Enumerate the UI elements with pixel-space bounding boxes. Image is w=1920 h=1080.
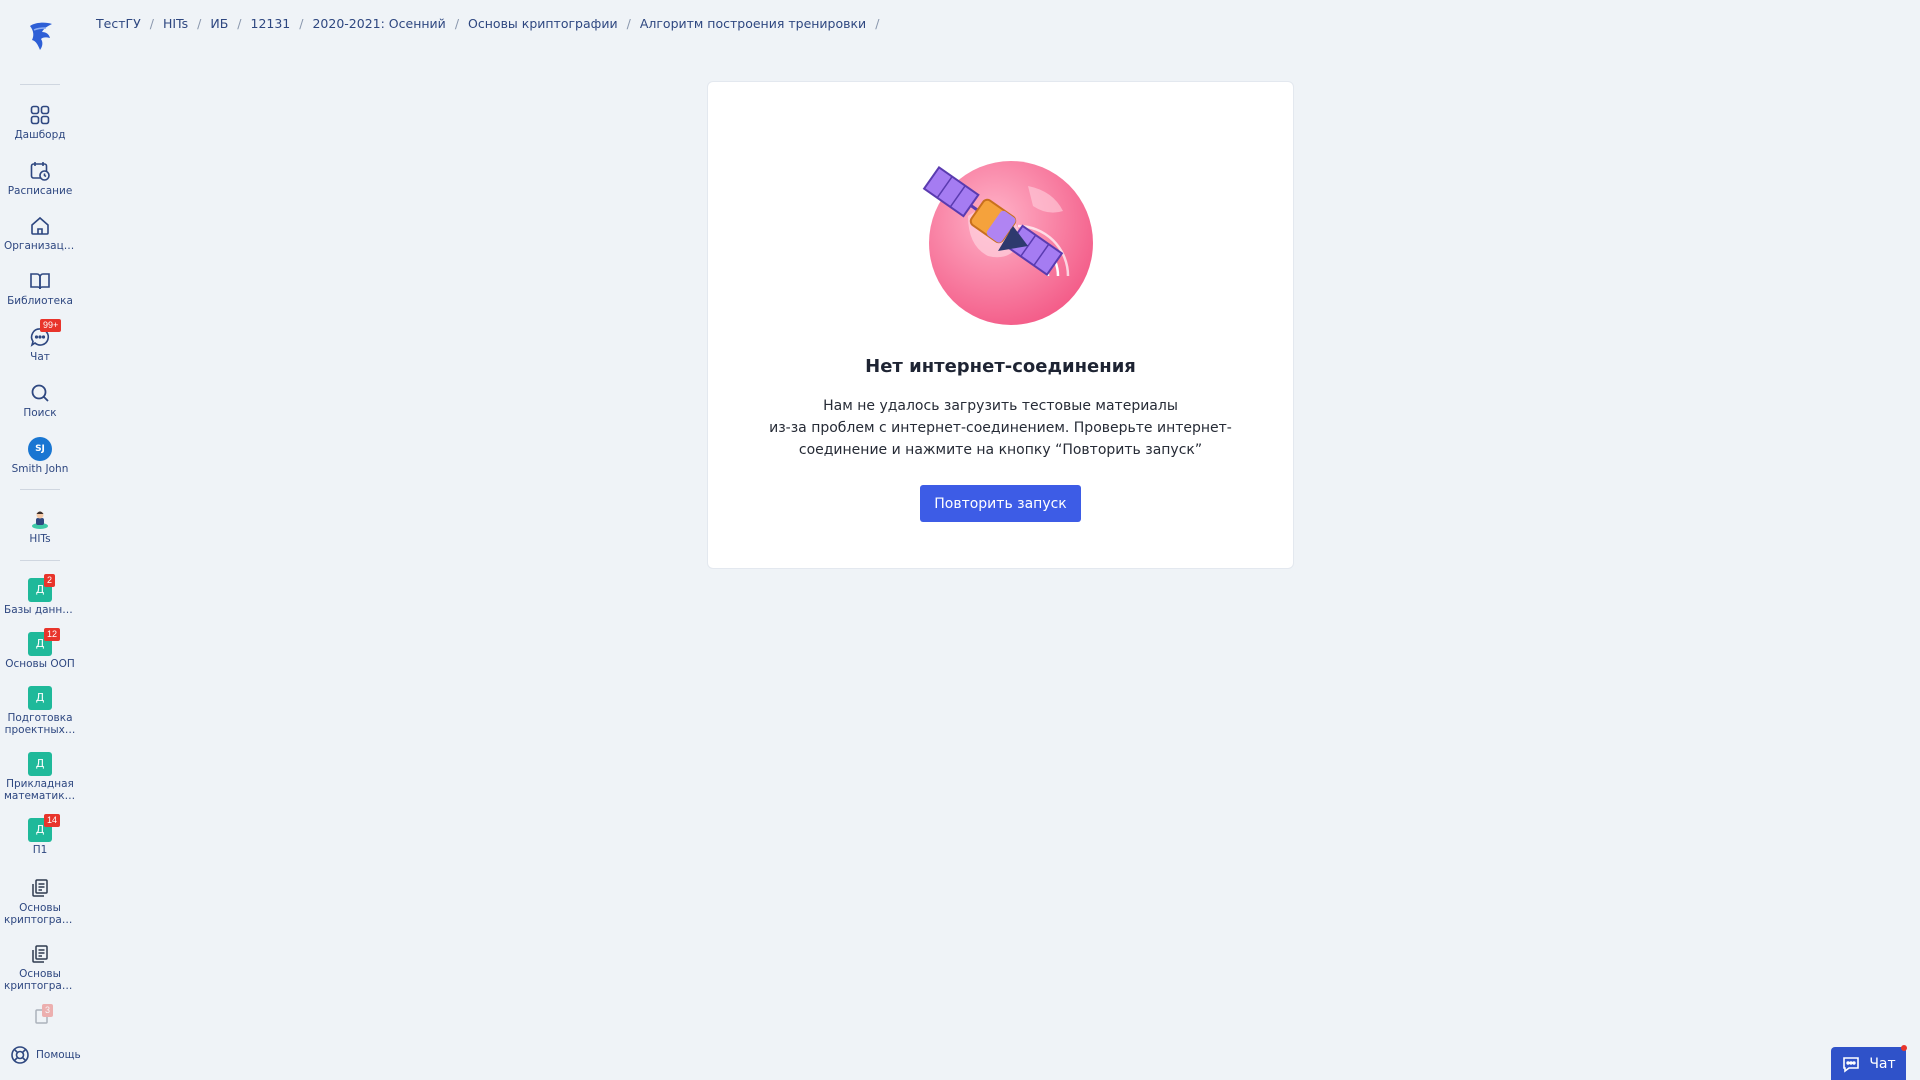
- course-badge: 2: [44, 574, 56, 587]
- sidebar-course[interactable]: Д Подготовка проектных…: [0, 686, 80, 736]
- sidebar-course[interactable]: Д 14 П1: [0, 814, 80, 856]
- help-label: Помощь: [36, 1049, 81, 1061]
- logo-icon[interactable]: [22, 18, 58, 54]
- avatar: SJ: [28, 437, 52, 461]
- sidebar-course[interactable]: Д 12 Основы ООП: [0, 628, 80, 670]
- sidebar-item-label: Основы криптограф…: [4, 968, 80, 992]
- breadcrumb: ТестГУ / HITs / ИБ/ 12131/ 2020-2021: Осен…: [96, 16, 880, 31]
- grid-icon: [30, 105, 50, 125]
- error-card: Нет интернет-соединения Нам не удалось з…: [707, 81, 1294, 569]
- documents-icon: [32, 879, 48, 897]
- sidebar-item-organization[interactable]: Организация: [0, 214, 80, 252]
- sidebar-doc[interactable]: Основы криптограф…: [0, 876, 80, 926]
- error-message: Нам не удалось загрузить тестовые матери…: [769, 398, 1232, 458]
- sidebar-item-label: Smith John: [11, 463, 69, 475]
- breadcrumb-item[interactable]: 12131: [251, 16, 291, 31]
- sidebar-item-label: Чат: [30, 351, 50, 363]
- satellite-illustration: [922, 161, 1093, 325]
- sidebar-item-chat[interactable]: 99+ Чат: [0, 319, 80, 363]
- sidebar-course[interactable]: Д 2 Базы данных: [0, 574, 80, 616]
- course-icon: Д 14: [28, 814, 61, 842]
- sidebar-item-label: Поиск: [23, 407, 57, 419]
- sidebar-item-label: HITs: [29, 533, 51, 545]
- sidebar-divider: [20, 489, 60, 490]
- home-icon: [31, 216, 49, 235]
- error-title: Нет интернет-соединения: [865, 356, 1136, 377]
- sidebar-item-label: Базы данных: [4, 604, 77, 616]
- breadcrumb-item[interactable]: HITs: [163, 16, 188, 31]
- sidebar-item-profile[interactable]: SJ Smith John: [0, 437, 80, 475]
- sidebar-divider: [20, 84, 60, 85]
- calendar-clock-icon: [30, 162, 50, 181]
- sidebar-item-label: Организация: [4, 240, 77, 252]
- sidebar-item-label: Подготовка проектных…: [4, 712, 76, 736]
- sidebar-item-label: Прикладная математика…: [4, 778, 80, 802]
- sidebar-item-faded[interactable]: 3: [0, 1004, 80, 1024]
- breadcrumb-item[interactable]: ИБ: [210, 16, 228, 31]
- course-icon: Д 2: [28, 574, 56, 602]
- sidebar-divider: [20, 560, 60, 561]
- breadcrumb-item[interactable]: ТестГУ: [96, 16, 141, 31]
- sidebar-item-label: П1: [32, 844, 48, 856]
- sidebar-item-label: Дашборд: [14, 129, 66, 141]
- course-badge: 12: [44, 628, 61, 641]
- course-icon: Д: [28, 752, 52, 776]
- sidebar-doc[interactable]: Основы криптограф…: [0, 942, 80, 992]
- breadcrumb-item[interactable]: 2020-2021: Осенний: [312, 16, 445, 31]
- chat-bubble-icon: [1843, 1056, 1860, 1073]
- sidebar-item-dashboard[interactable]: Дашборд: [0, 103, 80, 141]
- documents-icon: [32, 945, 48, 963]
- mascot-icon: [32, 511, 48, 529]
- breadcrumb-item[interactable]: Алгоритм построения тренировки: [640, 16, 866, 31]
- sidebar-course[interactable]: Д Прикладная математика…: [0, 752, 80, 802]
- sidebar-item-label: Основы ООП: [5, 658, 75, 670]
- sidebar-item-label: Основы криптограф…: [4, 902, 80, 926]
- sidebar-item-search[interactable]: Поиск: [0, 381, 80, 419]
- sidebar-item-hits[interactable]: HITs: [0, 507, 80, 545]
- course-icon: Д 12: [28, 628, 61, 656]
- faded-badge: 3: [42, 1004, 54, 1017]
- notification-dot: [1901, 1045, 1907, 1051]
- sidebar-item-label: Библиотека: [7, 295, 73, 307]
- breadcrumb-item[interactable]: Основы криптографии: [468, 16, 618, 31]
- book-icon: [30, 273, 50, 290]
- chat-widget-label: Чат: [1869, 1055, 1896, 1072]
- search-icon: [31, 384, 49, 402]
- lifebuoy-icon: [11, 1046, 29, 1064]
- chat-widget-button[interactable]: Чат: [1831, 1045, 1907, 1080]
- chat-badge: 99+: [40, 319, 62, 332]
- course-icon: Д: [28, 686, 52, 710]
- retry-button[interactable]: Повторить запуск: [920, 485, 1081, 522]
- sidebar-item-library[interactable]: Библиотека: [0, 269, 80, 307]
- course-badge: 14: [44, 814, 61, 827]
- sidebar-item-label: Расписание: [7, 185, 73, 197]
- sidebar: Дашборд Расписание Организация Библиотек…: [0, 0, 81, 1080]
- help-button[interactable]: Помощь: [10, 1045, 81, 1065]
- sidebar-item-schedule[interactable]: Расписание: [0, 159, 80, 197]
